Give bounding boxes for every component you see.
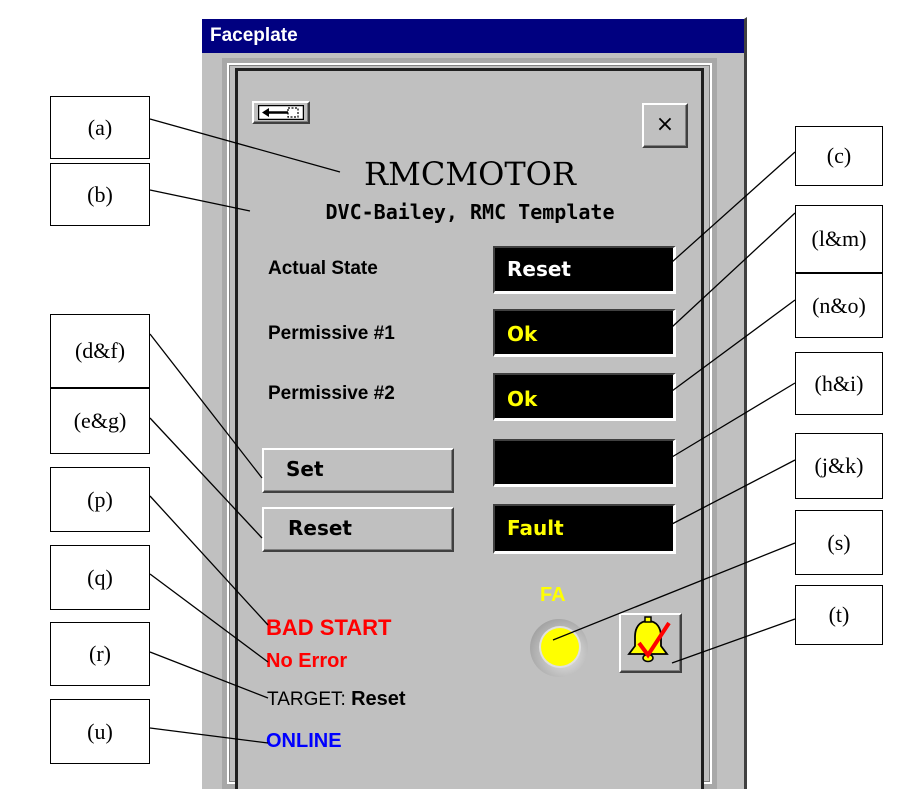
callout-n-o: (n&o): [795, 273, 883, 338]
callout-r: (r): [50, 622, 150, 686]
callout-h-i: (h&i): [795, 352, 883, 415]
callout-t: (t): [795, 585, 883, 645]
callout-a: (a): [50, 96, 150, 159]
callout-q: (q): [50, 545, 150, 610]
callout-c: (c): [795, 126, 883, 186]
callout-l-m: (l&m): [795, 205, 883, 273]
callout-b: (b): [50, 163, 150, 226]
callout-s: (s): [795, 510, 883, 575]
callout-d-f: (d&f): [50, 314, 150, 388]
callout-j-k: (j&k): [795, 433, 883, 499]
callout-u: (u): [50, 699, 150, 764]
callout-e-g: (e&g): [50, 388, 150, 454]
callout-p: (p): [50, 467, 150, 532]
